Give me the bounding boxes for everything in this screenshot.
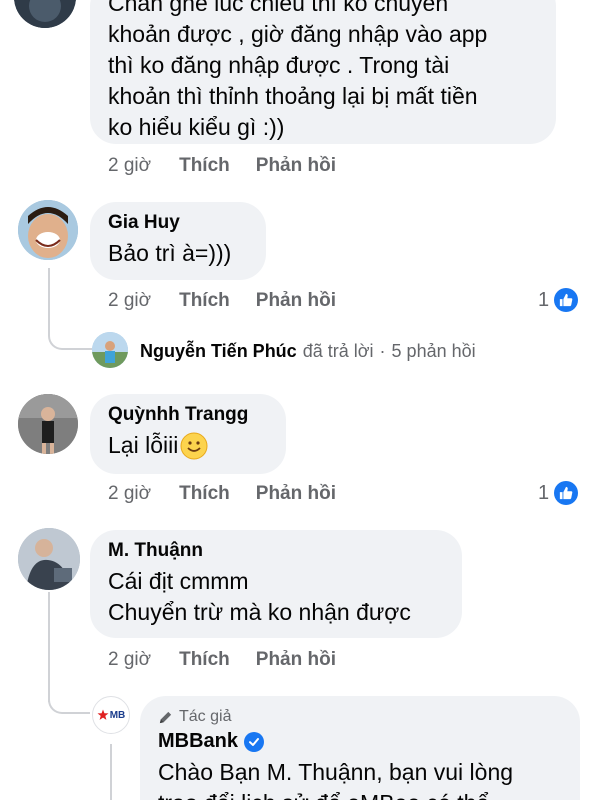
avatar-gia-huy[interactable] [18,200,78,260]
mb-logo-text: MB [109,709,126,721]
avatar-photo [18,528,80,590]
avatar-quynhh-trangg[interactable] [18,394,78,454]
comment-text-line: thì ko đăng nhập được . Trong tài [108,52,450,78]
reply-button[interactable]: Phản hồi [256,290,336,312]
comment-text: Lại lỗiii [108,432,179,458]
thread-line-m-thuan [48,592,50,702]
author-tag: Tác giả [158,708,580,726]
page-name-row: MBBank [158,730,580,753]
page-reply-text-line: trao đổi lịch sử để eMBee có thể [158,788,580,800]
comment-text-line: Cái địt cmmm [108,568,249,594]
avatar-m-thuann[interactable] [18,528,80,590]
reply-count: 5 phản hồi [391,340,476,361]
like-thumb-icon [554,288,579,312]
avatar[interactable] [14,0,76,28]
comment-time[interactable]: 2 giờ [108,483,151,505]
pencil-icon [159,711,172,723]
comment-bubble: Gia Huy Bảo trì à=))) [90,202,266,280]
comment-author[interactable]: Gia Huy [108,212,266,234]
comment-actions: 2 giờ Thích Phản hồi [108,152,336,180]
comment-actions: 2 giờ Thích Phản hồi [108,480,336,508]
reaction-count: 1 [538,288,550,311]
comment-time[interactable]: 2 giờ [108,649,151,671]
thread-line-mb-reply [110,744,112,800]
like-button[interactable]: Thích [179,483,230,505]
page-reply-bubble: Tác giả MBBank Chào Bạn M. Thuậnn, bạn v… [140,696,580,800]
reaction-summary[interactable]: 1 [538,479,579,507]
avatar-photo [18,394,78,454]
comment-author[interactable]: M. Thuậnn [108,540,462,562]
comment-text-line: Chắn ghế lúc chiều thì ko chuyển [108,0,449,16]
reply-button[interactable]: Phản hồi [256,483,336,505]
comment-text: Bảo trì à=))) [108,240,232,266]
separator-dot: · [379,340,386,361]
verified-check-icon [244,731,265,752]
comment-time[interactable]: 2 giờ [108,290,151,312]
reply-author: Nguyễn Tiến Phúc [140,340,297,361]
comment-text-line: khoản thì thỉnh thoảng lại bị mất tiền [108,83,478,109]
like-thumb-icon [554,481,579,505]
comment-time[interactable]: 2 giờ [108,155,151,177]
reply-connector-curve [48,318,92,350]
like-button[interactable]: Thích [179,155,230,177]
reply-verb: đã trả lời [302,340,374,361]
page-name[interactable]: MBBank [158,730,238,753]
view-replies-link[interactable]: Nguyễn Tiến Phúc đã trả lời · 5 phản hồi [140,334,476,368]
comment-text-line: khoản được , giờ đăng nhập vào app [108,21,488,47]
comment-bubble: Chắn ghế lúc chiều thì ko chuyển khoản đ… [90,0,556,144]
reaction-summary[interactable]: 1 [538,286,579,314]
reaction-count: 1 [538,481,550,504]
reply-button[interactable]: Phản hồi [256,649,336,671]
comment-author[interactable]: Quỳnhh Trangg [108,404,286,426]
mbbank-logo-avatar[interactable]: MB [92,696,130,734]
avatar-photo [18,200,78,260]
comment-text-row: Lại lỗiii [108,430,286,461]
author-tag-label: Tác giả [179,708,232,725]
page-reply-text-line: Chào Bạn M. Thuậnn, bạn vui lòng [158,759,514,785]
comment-bubble: M. Thuậnn Cái địt cmmm Chuyển trừ mà ko … [90,530,462,638]
comment-actions: 2 giờ Thích Phản hồi [108,287,336,315]
mb-star-icon [97,709,109,720]
comment-bubble: Quỳnhh Trangg Lại lỗiii [90,394,286,474]
comment-text-line: Chuyển trừ mà ko nhận được [108,599,411,625]
reply-button[interactable]: Phản hồi [256,155,336,177]
smile-emoji-icon [180,432,208,459]
avatar-nguyen-tien-phuc[interactable] [92,332,128,368]
avatar-photo [14,0,76,28]
like-button[interactable]: Thích [179,290,230,312]
comment-text-line: ko hiểu kiểu gì :)) [108,114,285,140]
comment-actions: 2 giờ Thích Phản hồi [108,646,336,674]
like-button[interactable]: Thích [179,649,230,671]
reply-connector-curve-mb [48,690,90,714]
avatar-photo [92,332,128,368]
